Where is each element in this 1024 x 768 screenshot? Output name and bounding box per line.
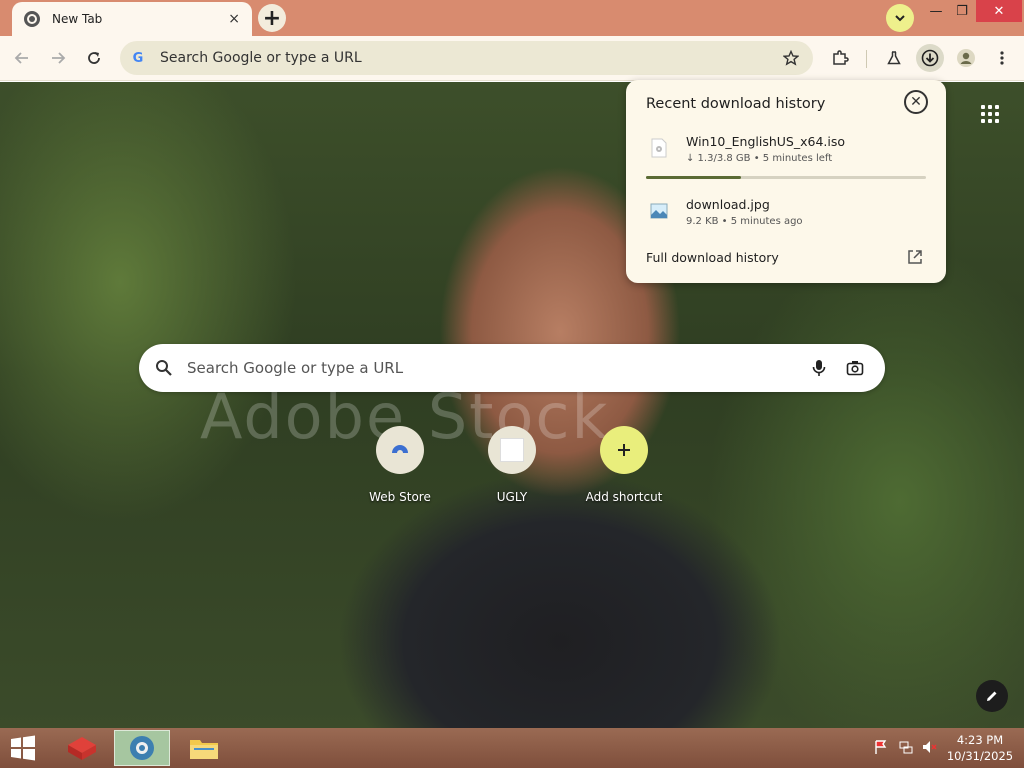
browser-globe-icon: [130, 736, 154, 760]
back-button[interactable]: [8, 44, 36, 72]
shortcut-label: UGLY: [496, 490, 528, 504]
taskbar: 4:23 PM 10/31/2025: [0, 728, 1024, 768]
shortcut-tile: [488, 426, 536, 474]
shortcut-ugly[interactable]: UGLY: [464, 426, 560, 504]
star-icon: [783, 50, 799, 66]
disc-file-icon: [651, 138, 667, 158]
download-filename: Win10_EnglishUS_x64.iso: [686, 134, 846, 149]
download-icon: [921, 49, 939, 67]
menu-button[interactable]: [988, 44, 1016, 72]
customize-button[interactable]: [976, 680, 1008, 712]
camera-icon: [846, 361, 864, 376]
full-download-history-link[interactable]: Full download history: [646, 250, 779, 265]
tab-new-tab[interactable]: New Tab ×: [12, 2, 252, 36]
download-bubble: Recent download history ✕ Win10_EnglishU…: [626, 80, 946, 283]
ntp-search-input[interactable]: Search Google or type a URL: [187, 359, 805, 377]
ntp-search-box[interactable]: Search Google or type a URL: [139, 344, 885, 392]
open-external-icon[interactable]: [906, 248, 924, 266]
extensions-icon: [833, 50, 849, 65]
chevron-down-icon: [895, 15, 905, 22]
download-progress-fill: [646, 176, 742, 179]
search-icon: [156, 360, 172, 376]
forward-icon: [52, 52, 66, 64]
app-icon: [68, 737, 96, 760]
download-bubble-title: Recent download history: [646, 96, 826, 112]
extensions-button[interactable]: [826, 44, 854, 72]
web-store-icon: [392, 445, 408, 456]
plus-icon: [618, 444, 630, 456]
browser-toolbar: G Search Google or type a URL: [0, 36, 1024, 81]
chrome-icon: [24, 11, 40, 27]
close-icon[interactable]: ✕: [904, 90, 928, 114]
voice-search-button[interactable]: [805, 354, 833, 382]
shortcut-tile: [600, 426, 648, 474]
restore-button[interactable]: ❐: [948, 0, 976, 22]
new-tab-button[interactable]: +: [258, 4, 286, 32]
google-apps-icon[interactable]: [978, 102, 1002, 126]
menu-icon: [1000, 51, 1004, 65]
shortcut-web-store[interactable]: Web Store: [352, 426, 448, 504]
address-bar[interactable]: G Search Google or type a URL: [120, 41, 813, 75]
tray-flag-icon[interactable]: [872, 738, 890, 756]
download-item[interactable]: download.jpg 9.2 KB • 5 minutes ago: [646, 197, 926, 241]
title-bar: New Tab × + — ❐ ✕: [0, 0, 1024, 36]
download-status: ↓ 1.3/3.8 GB • 5 minutes left: [686, 153, 833, 164]
microphone-icon: [812, 360, 826, 376]
close-window-button[interactable]: ✕: [976, 0, 1022, 22]
toolbar-divider: [866, 50, 867, 68]
add-shortcut-button[interactable]: Add shortcut: [576, 426, 672, 504]
download-button[interactable]: [916, 44, 944, 72]
download-status: 9.2 KB • 5 minutes ago: [686, 216, 803, 227]
taskbar-app-file-explorer[interactable]: [176, 730, 232, 766]
minimize-button[interactable]: —: [922, 0, 950, 22]
shortcut-label: Add shortcut: [585, 490, 663, 504]
download-progress-bar: [646, 176, 926, 179]
back-icon: [14, 52, 28, 64]
address-input[interactable]: Search Google or type a URL: [160, 50, 777, 66]
clock-date: 10/31/2025: [946, 749, 1014, 763]
image-file-icon: [650, 203, 668, 219]
labs-flask-icon: [887, 51, 901, 65]
tray-network-icon[interactable]: [897, 738, 915, 756]
profile-icon: [957, 49, 975, 67]
system-clock[interactable]: 4:23 PM 10/31/2025: [944, 732, 1016, 764]
forward-button[interactable]: [44, 44, 72, 72]
image-search-button[interactable]: [841, 354, 869, 382]
reload-icon: [88, 52, 100, 64]
tab-title: New Tab: [52, 12, 103, 26]
pencil-icon: [987, 691, 997, 701]
taskbar-app-browser[interactable]: [114, 730, 170, 766]
profile-button[interactable]: [952, 44, 980, 72]
download-item[interactable]: Win10_EnglishUS_x64.iso ↓ 1.3/3.8 GB • 5…: [646, 134, 926, 178]
shortcut-label: Web Store: [369, 490, 431, 504]
tab-close-icon[interactable]: ×: [228, 11, 240, 27]
blank-page-icon: [500, 438, 524, 462]
shortcut-tile: [376, 426, 424, 474]
taskbar-app-red[interactable]: [54, 730, 110, 766]
bookmark-star-button[interactable]: [777, 44, 805, 72]
labs-button[interactable]: [880, 44, 908, 72]
folder-icon: [190, 740, 218, 759]
google-icon: G: [132, 50, 144, 66]
clock-time: 4:23 PM: [956, 733, 1004, 747]
reload-button[interactable]: [80, 44, 108, 72]
windows-start-icon[interactable]: [8, 734, 38, 762]
tray-volume-icon[interactable]: [920, 738, 938, 756]
tab-search-button[interactable]: [886, 4, 914, 32]
download-filename: download.jpg: [686, 197, 770, 212]
